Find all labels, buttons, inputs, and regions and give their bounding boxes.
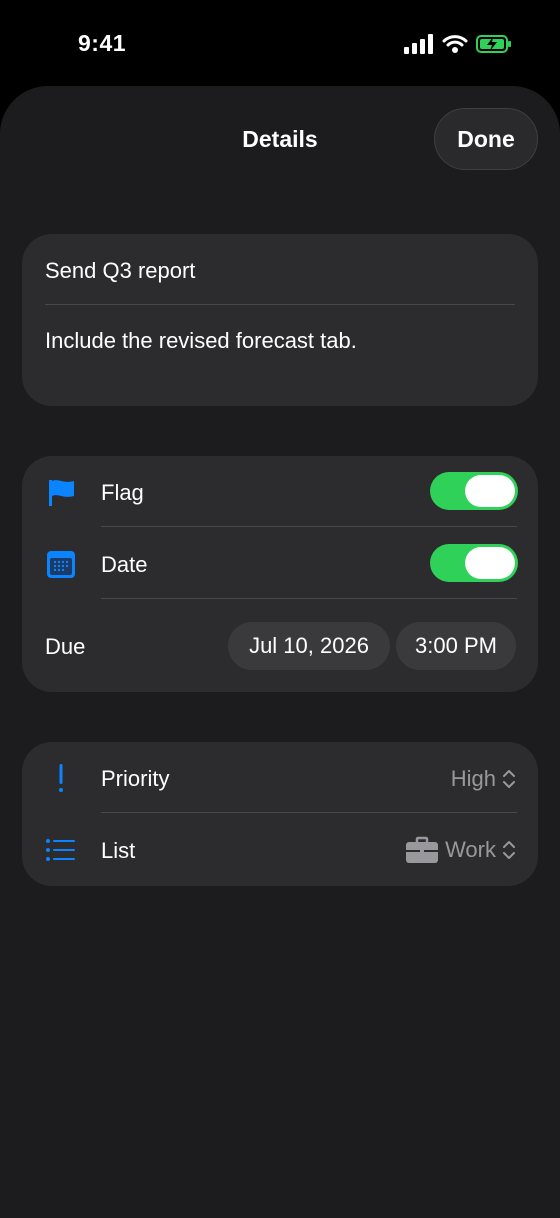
list-label: List — [101, 838, 136, 863]
status-time: 9:41 — [78, 30, 127, 56]
done-button[interactable]: Done — [434, 108, 538, 170]
divider — [101, 598, 517, 599]
date-toggle[interactable] — [430, 544, 518, 582]
priority-list-card: Priority High List Work — [22, 742, 538, 886]
toggle-knob — [465, 547, 515, 579]
task-title-field[interactable]: Send Q3 report — [45, 258, 195, 284]
priority-value: High — [450, 766, 496, 791]
calendar-icon — [44, 547, 78, 581]
chevron-up-down-icon — [503, 841, 515, 859]
status-bar: 9:41 — [0, 0, 560, 88]
task-text-card: Send Q3 report Include the revised forec… — [22, 234, 538, 406]
due-time-button[interactable]: 3:00 PM — [396, 622, 516, 670]
divider — [101, 812, 517, 813]
task-notes-field[interactable]: Include the revised forecast tab. — [45, 328, 357, 354]
wifi-icon — [442, 35, 468, 53]
list-picker[interactable]: Work — [405, 836, 516, 864]
flag-label: Flag — [101, 480, 144, 505]
briefcase-icon — [406, 836, 439, 863]
flag-icon — [44, 475, 78, 509]
priority-label: Priority — [101, 766, 170, 791]
flag-toggle[interactable] — [430, 472, 518, 510]
details-sheet: Details Done Send Q3 report Include the … — [0, 86, 560, 1218]
list-bullet-icon — [44, 833, 78, 867]
exclamation-icon — [44, 761, 78, 795]
chevron-up-down-icon — [503, 770, 515, 788]
date-label: Date — [101, 552, 148, 577]
priority-picker[interactable]: High — [451, 766, 516, 792]
divider — [101, 526, 517, 527]
due-label: Due — [45, 634, 86, 659]
list-value: Work — [445, 837, 496, 862]
status-icons — [404, 34, 512, 54]
toggle-knob — [465, 475, 515, 507]
battery-charging-icon — [476, 35, 511, 53]
due-date-button[interactable]: Jul 10, 2026 — [228, 622, 390, 670]
divider — [45, 304, 515, 305]
cellular-signal-icon — [404, 34, 433, 54]
flag-date-card: Flag Date Due Jul 10, 2026 3:00 PM — [22, 456, 538, 692]
